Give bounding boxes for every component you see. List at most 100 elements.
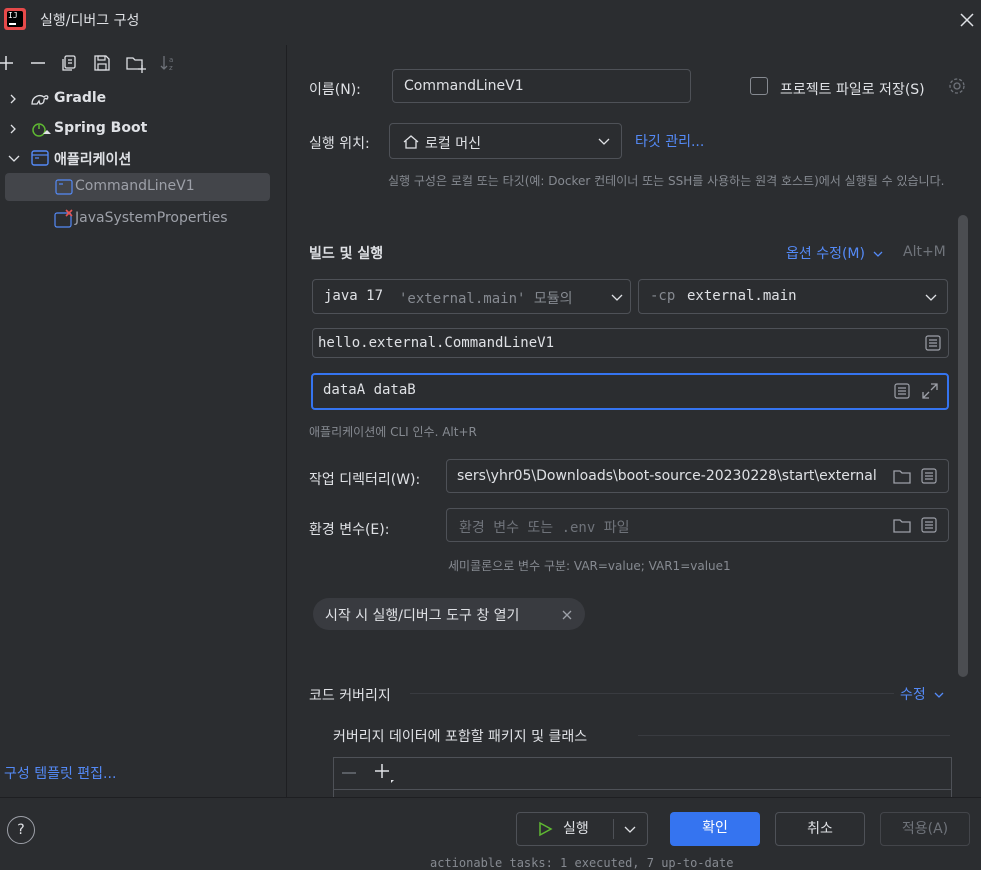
run-button[interactable]: 실행 [516,812,648,846]
run-on-value: 로컬 머신 [425,136,481,152]
divider [638,735,950,736]
dialog-button-bar: ? 실행 확인 취소 적용(A) actionable tasks: 1 exe… [0,797,981,870]
name-label: 이름(N): [309,82,361,98]
list-icon[interactable] [893,382,911,400]
tree-item-label: JavaSystemProperties [75,210,228,226]
remove-icon[interactable] [340,764,358,782]
modify-options-label: 옵션 수정(M) [786,246,865,262]
environment-variables-label: 환경 변수(E): [309,522,390,538]
tree-item-javasystemproperties[interactable]: JavaSystemProperties [0,205,286,233]
program-arguments-field[interactable]: dataA dataB [311,373,949,410]
run-on-hint: 실행 구성은 로컬 또는 타깃(예: Docker 컨테이너 또는 SSH를 사… [388,174,945,188]
tree-item-label: CommandLineV1 [75,178,195,194]
add-icon[interactable] [0,53,16,73]
cancel-button[interactable]: 취소 [775,812,865,846]
build-and-run-title: 빌드 및 실행 [309,246,384,262]
terminal-output-text: actionable tasks: 1 executed, 7 up-to-da… [430,856,734,870]
jdk-module-hint: 'external.main' 모듈의 [399,291,573,307]
configuration-tree-panel: az Gradle Spring Boot 애플리케이션 CommandLine… [0,45,287,797]
divider [613,819,614,839]
tree-item-gradle[interactable]: Gradle [0,85,286,113]
chevron-down-icon [873,251,883,257]
environment-variables-field[interactable]: 환경 변수 또는 .env 파일 [446,508,949,542]
main-class-value: hello.external.CommandLineV1 [318,335,555,351]
divider [334,789,951,790]
chevron-down-icon[interactable] [8,153,20,163]
run-button-label: 실행 [563,821,589,837]
manage-targets-link[interactable]: 타깃 관리... [635,131,704,151]
list-icon[interactable] [924,334,942,352]
environment-variables-placeholder: 환경 변수 또는 .env 파일 [459,520,630,536]
gear-icon[interactable] [948,77,966,95]
chevron-down-icon[interactable] [624,826,636,834]
application-config-error-icon [54,209,73,228]
expand-icon[interactable] [920,381,940,401]
jdk-dropdown[interactable]: java 17 'external.main' 모듈의 [312,279,631,314]
run-on-dropdown[interactable]: 로컬 머신 [389,123,622,159]
scrollbar[interactable] [958,215,968,677]
modify-options-link[interactable]: 옵션 수정(M) [786,243,883,263]
copy-icon[interactable] [59,53,79,73]
spring-boot-icon [32,123,51,137]
tree-item-spring-boot[interactable]: Spring Boot [0,115,286,143]
application-config-icon [55,179,73,195]
tree-item-label: 애플리케이션 [54,152,132,168]
modify-options-shortcut: Alt+M [903,244,946,260]
chevron-right-icon[interactable] [8,94,18,104]
close-icon[interactable] [562,610,572,620]
add-icon[interactable] [373,762,395,784]
folder-icon[interactable] [892,467,912,485]
tree-item-label: Spring Boot [54,120,148,136]
title-bar: IJ 실행/디버그 구성 [0,0,981,40]
chevron-down-icon [598,138,610,145]
window-title: 실행/디버그 구성 [40,13,140,29]
sort-icon[interactable]: az [158,53,178,73]
chevron-down-icon [611,294,623,301]
application-icon [31,150,49,166]
coverage-packages-list[interactable] [333,757,952,797]
working-directory-label: 작업 디렉터리(W): [309,472,421,488]
program-arguments-hint: 애플리케이션에 CLI 인수. Alt+R [309,425,477,439]
tree-item-commandlinev1[interactable]: CommandLineV1 [5,173,270,201]
help-button[interactable]: ? [7,816,35,844]
chevron-down-icon [934,692,944,698]
store-as-project-file-label[interactable]: 프로젝트 파일로 저장(S) [780,79,925,99]
chevron-down-icon [925,294,937,301]
jdk-value: java 17 [324,288,384,304]
list-icon[interactable] [920,467,938,485]
edit-configuration-templates-link[interactable]: 구성 템플릿 편집... [4,763,116,783]
folder-icon[interactable] [892,516,912,534]
chevron-right-icon[interactable] [8,124,18,134]
coverage-subtitle: 커버리지 데이터에 포함할 패키지 및 클래스 [333,729,588,745]
run-icon [539,821,553,837]
intellij-app-icon: IJ [4,8,26,30]
remove-icon[interactable] [28,53,48,73]
list-icon[interactable] [920,516,938,534]
tree-item-application[interactable]: 애플리케이션 [0,144,286,172]
new-folder-icon[interactable] [125,53,146,73]
working-directory-value: sers\yhr05\Downloads\boot-source-2023022… [457,468,877,484]
ok-button[interactable]: 확인 [670,812,760,846]
save-icon[interactable] [92,53,112,73]
help-label: ? [17,822,25,838]
svg-text:a: a [169,56,173,64]
classpath-module-dropdown[interactable]: -cp external.main [638,279,948,314]
open-tool-window-chip[interactable]: 시작 시 실행/디버그 도구 창 열기 [313,598,585,630]
tree-item-label: Gradle [54,90,107,106]
divider [410,693,894,694]
program-arguments-value: dataA dataB [323,382,416,398]
open-tool-window-chip-label: 시작 시 실행/디버그 도구 창 열기 [325,608,520,624]
close-icon[interactable] [958,11,976,29]
gradle-icon [31,95,49,105]
apply-button[interactable]: 적용(A) [880,812,970,846]
cp-prefix: -cp [650,288,676,304]
working-directory-field[interactable]: sers\yhr05\Downloads\boot-source-2023022… [446,459,949,493]
cp-value: external.main [687,288,797,304]
coverage-modify-link[interactable]: 수정 [900,684,944,704]
code-coverage-title: 코드 커버리지 [309,688,391,704]
name-field[interactable]: CommandLineV1 [392,69,691,103]
svg-text:z: z [169,64,173,72]
store-as-project-file-checkbox[interactable] [750,77,768,95]
app-icon-text: IJ [8,11,18,20]
main-class-field[interactable]: hello.external.CommandLineV1 [312,328,949,358]
